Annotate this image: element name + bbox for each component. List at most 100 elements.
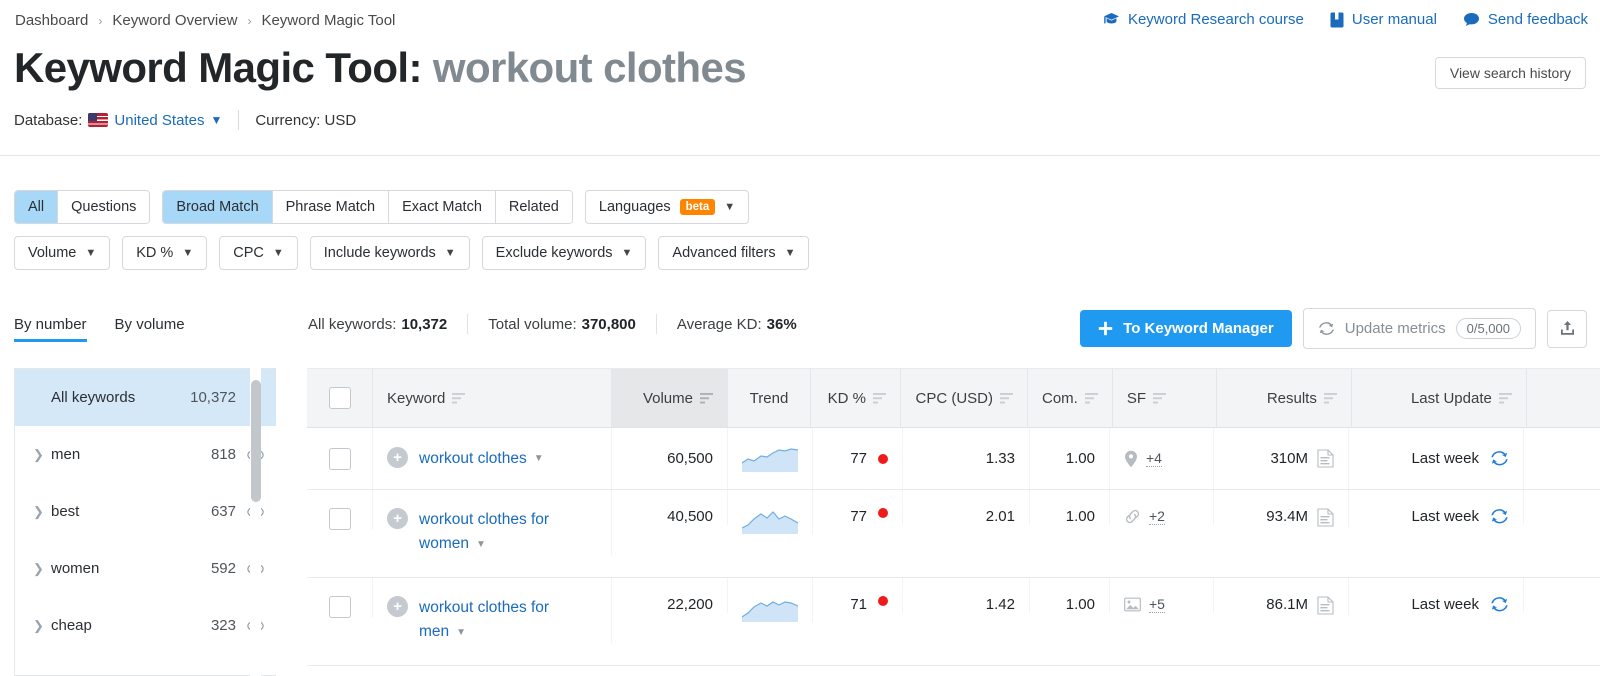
- filter-cpc[interactable]: CPC ▼: [219, 236, 298, 270]
- filter-exclude-keywords[interactable]: Exclude keywords ▼: [481, 236, 647, 270]
- chevron-right-icon[interactable]: ❯: [33, 561, 51, 577]
- divider: [467, 314, 469, 334]
- table-row[interactable]: + workout clothes ▼ 60,500 77 1.33 1.00: [307, 428, 1600, 490]
- to-keyword-manager-label: To Keyword Manager: [1123, 320, 1274, 337]
- row-checkbox[interactable]: [328, 596, 351, 618]
- divider: [655, 314, 657, 334]
- filter-languages[interactable]: Languages beta ▼: [584, 190, 750, 224]
- table-header-cpc[interactable]: CPC (USD): [901, 369, 1028, 427]
- database-value[interactable]: United States: [114, 112, 204, 129]
- select-all-checkbox[interactable]: [328, 387, 351, 409]
- table-header-sf[interactable]: SF: [1113, 369, 1217, 427]
- match-group-1: All Questions: [14, 190, 151, 224]
- sidebar-tab-by-number[interactable]: By number: [14, 316, 87, 342]
- sidebar-tab-by-volume[interactable]: By volume: [115, 316, 185, 342]
- stat-all-keywords-label: All keywords:: [308, 315, 397, 333]
- table-header-com[interactable]: Com.: [1028, 369, 1113, 427]
- export-button[interactable]: [1547, 309, 1587, 348]
- breadcrumb-item-keyword-magic-tool[interactable]: Keyword Magic Tool: [261, 12, 395, 29]
- chevron-right-icon[interactable]: ❯: [33, 447, 51, 463]
- stat-total-volume-value: 370,800: [581, 315, 636, 333]
- kd-status-dot: [878, 508, 888, 518]
- map-pin-icon[interactable]: [1124, 450, 1138, 468]
- table-header-kd[interactable]: KD %: [811, 369, 901, 427]
- kd-status-dot: [878, 596, 888, 606]
- keyword-research-course-link[interactable]: Keyword Research course: [1103, 11, 1304, 28]
- link-icon[interactable]: [1124, 509, 1141, 524]
- refresh-icon[interactable]: [1490, 450, 1509, 467]
- table-row[interactable]: + workout clothes for men ▼ 22,200 71 1.4…: [307, 578, 1600, 666]
- table-header-keyword-label: Keyword: [387, 389, 446, 407]
- filter-advanced-filters[interactable]: Advanced filters ▼: [658, 236, 810, 270]
- sidebar-item-count: 323: [210, 617, 236, 634]
- filter-all[interactable]: All: [15, 191, 59, 223]
- serp-document-icon[interactable]: [1317, 508, 1334, 527]
- update-metrics-button[interactable]: Update metrics 0/5,000: [1302, 308, 1536, 349]
- table-header-last-update[interactable]: Last Update: [1352, 369, 1527, 427]
- sf-extra-count[interactable]: +4: [1146, 450, 1162, 467]
- table-header-keyword[interactable]: Keyword: [373, 369, 612, 427]
- refresh-icon[interactable]: [1490, 596, 1509, 613]
- sidebar-item-count: 10,372: [190, 389, 236, 406]
- database-bar: Database: United States ▼ Currency: USD: [14, 110, 356, 130]
- to-keyword-manager-button[interactable]: To Keyword Manager: [1080, 310, 1292, 347]
- chevron-down-icon[interactable]: ▼: [476, 539, 486, 550]
- page-title-prefix: Keyword Magic Tool:: [14, 44, 422, 91]
- keyword-link[interactable]: workout clothes for men: [419, 599, 549, 640]
- keywords-table: Keyword Volume Trend KD % CPC (USD) Com.: [307, 368, 1600, 676]
- breadcrumb-item-dashboard[interactable]: Dashboard: [15, 12, 88, 29]
- filter-kd[interactable]: KD % ▼: [122, 236, 208, 270]
- sort-icon: [1153, 392, 1167, 403]
- filter-include-keywords-label: Include keywords: [323, 245, 436, 261]
- table-header-results[interactable]: Results: [1217, 369, 1352, 427]
- table-header-volume-label: Volume: [642, 389, 693, 407]
- row-kd-cell: 77: [813, 490, 903, 525]
- keyword-link[interactable]: workout clothes: [419, 450, 527, 467]
- filter-phrase-match[interactable]: Phrase Match: [272, 191, 390, 223]
- filter-broad-match[interactable]: Broad Match: [163, 191, 273, 223]
- chevron-right-icon[interactable]: ❯: [33, 618, 51, 634]
- sidebar-item-best[interactable]: ❯ best 637: [15, 483, 276, 540]
- refresh-icon[interactable]: [1490, 508, 1509, 525]
- serp-document-icon[interactable]: [1317, 596, 1334, 615]
- row-kd-cell: 77: [813, 428, 903, 489]
- sidebar-item-label: best: [51, 503, 80, 520]
- image-icon[interactable]: [1124, 597, 1141, 612]
- filter-exact-match[interactable]: Exact Match: [389, 191, 496, 223]
- filter-related[interactable]: Related: [495, 191, 572, 223]
- stat-total-volume-label: Total volume:: [488, 315, 577, 333]
- chevron-down-icon[interactable]: ▼: [534, 453, 544, 464]
- table-header-volume[interactable]: Volume: [612, 369, 728, 427]
- row-sf-cell: +4: [1110, 428, 1214, 489]
- sort-icon: [700, 392, 713, 403]
- sidebar-item-women[interactable]: ❯ women 592: [15, 540, 276, 597]
- user-manual-link[interactable]: User manual: [1330, 11, 1437, 28]
- sidebar-item-all-keywords[interactable]: All keywords 10,372: [15, 369, 276, 426]
- chevron-down-icon: ▼: [784, 247, 796, 259]
- sidebar-scrollbar-thumb[interactable]: [251, 380, 261, 502]
- update-metrics-counter: 0/5,000: [1455, 318, 1521, 339]
- send-feedback-link[interactable]: Send feedback: [1463, 11, 1588, 28]
- view-search-history-button[interactable]: View search history: [1434, 57, 1586, 89]
- chevron-right-icon[interactable]: ❯: [33, 504, 51, 520]
- filter-include-keywords[interactable]: Include keywords ▼: [309, 236, 470, 270]
- filter-questions[interactable]: Questions: [58, 191, 150, 223]
- sf-extra-count[interactable]: +5: [1149, 596, 1165, 613]
- sf-extra-count[interactable]: +2: [1149, 508, 1165, 525]
- sidebar-item-men[interactable]: ❯ men 818: [15, 426, 276, 483]
- chevron-down-icon[interactable]: ▼: [210, 113, 222, 127]
- row-checkbox[interactable]: [328, 508, 351, 530]
- send-feedback-label: Send feedback: [1487, 11, 1588, 28]
- add-keyword-icon[interactable]: +: [387, 508, 408, 529]
- sidebar-item-cheap[interactable]: ❯ cheap 323: [15, 597, 276, 654]
- header-divider: [0, 155, 1600, 156]
- add-keyword-icon[interactable]: +: [387, 596, 408, 617]
- add-keyword-icon[interactable]: +: [387, 446, 408, 468]
- table-row[interactable]: + workout clothes for women ▼ 40,500 77 2…: [307, 490, 1600, 578]
- breadcrumb-item-keyword-overview[interactable]: Keyword Overview: [112, 12, 237, 29]
- trend-sparkline: [742, 601, 798, 622]
- row-checkbox[interactable]: [328, 447, 351, 470]
- filter-volume[interactable]: Volume ▼: [14, 236, 111, 270]
- chevron-down-icon[interactable]: ▼: [456, 627, 466, 638]
- serp-document-icon[interactable]: [1317, 449, 1334, 468]
